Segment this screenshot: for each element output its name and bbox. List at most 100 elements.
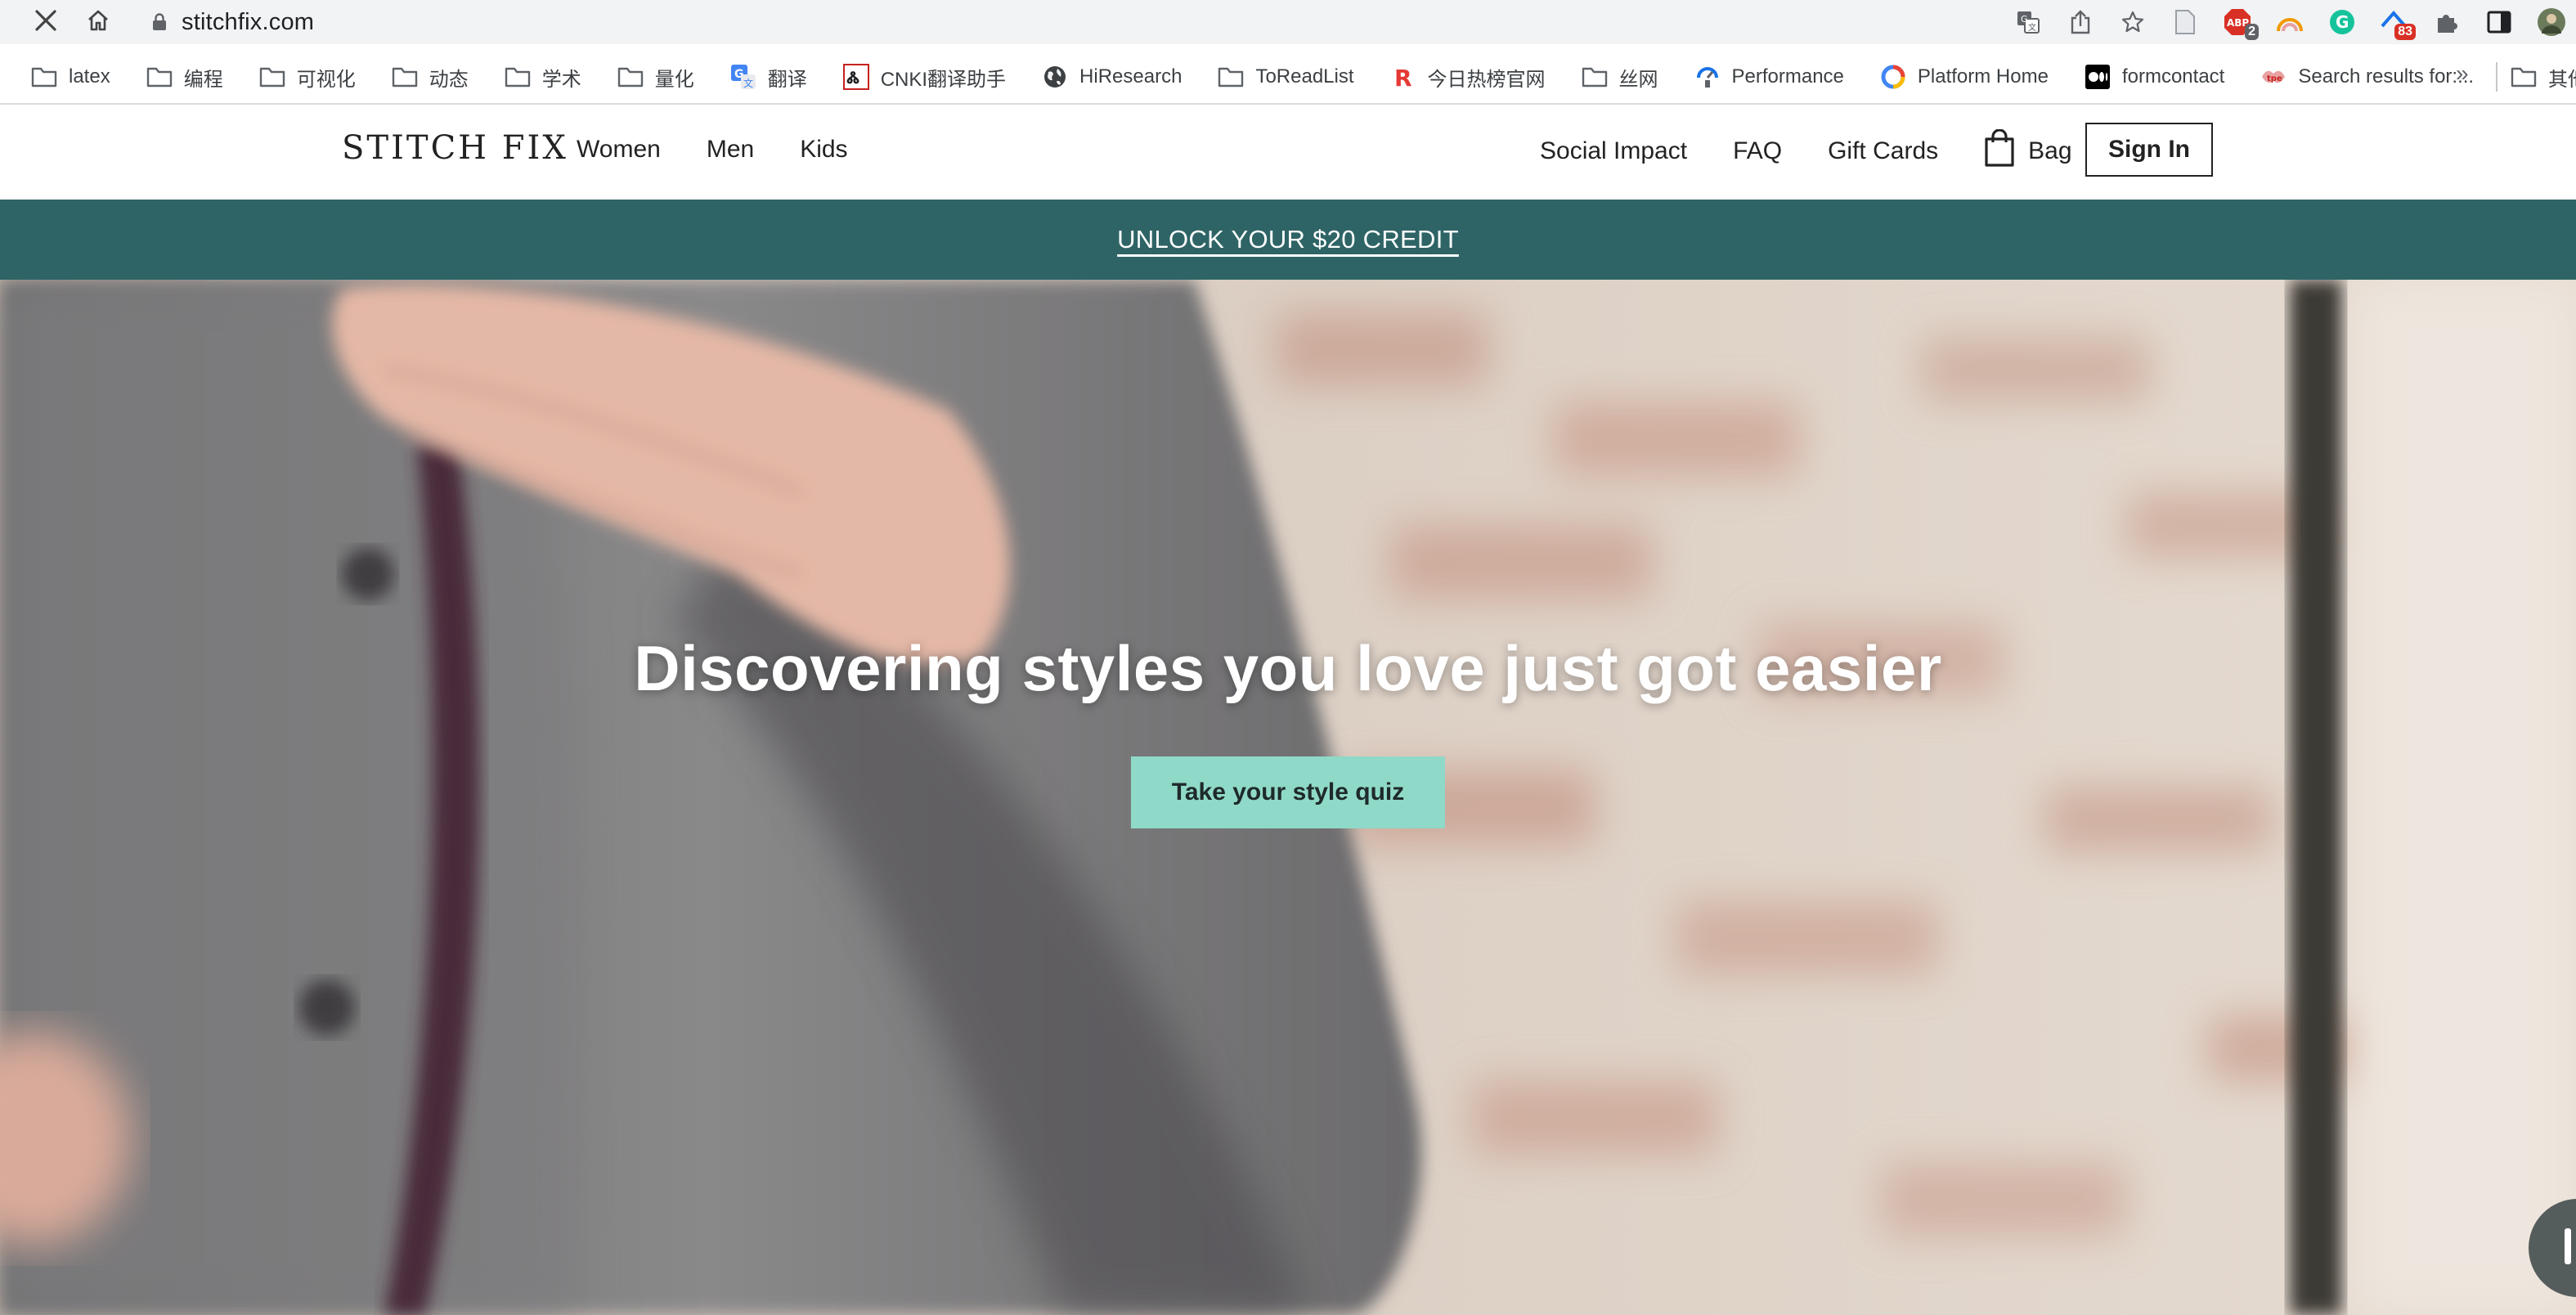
- svg-text:文: 文: [743, 77, 753, 89]
- bookmark-item[interactable]: tpe Search results for:...: [2252, 59, 2482, 95]
- primary-nav: Women Men Kids: [577, 136, 894, 164]
- bookmark-item[interactable]: 编程: [138, 59, 231, 95]
- translate-page-icon[interactable]: G文: [2012, 10, 2044, 34]
- folder-icon: [1218, 64, 1244, 90]
- bookmark-label: formcontact: [2121, 65, 2225, 88]
- promo-banner: UNLOCK YOUR $20 CREDIT: [0, 200, 2576, 280]
- nav-men[interactable]: Men: [707, 136, 754, 164]
- bookmark-star-icon[interactable]: [2116, 10, 2149, 34]
- bookmark-item[interactable]: Platform Home: [1872, 59, 2057, 95]
- bookmark-label: 编程: [183, 68, 223, 91]
- url-text: stitchfix.com: [182, 8, 315, 35]
- home-icon: [85, 7, 111, 38]
- bookmark-item[interactable]: HiResearch: [1034, 59, 1190, 95]
- share-icon[interactable]: [2064, 10, 2097, 34]
- svg-text:G: G: [2336, 12, 2349, 32]
- close-icon: [34, 8, 58, 37]
- bookmark-label: Performance: [1731, 65, 1844, 88]
- nav-social-impact[interactable]: Social Impact: [1540, 137, 1687, 165]
- globe-icon: [1042, 64, 1068, 90]
- bookmark-item[interactable]: 学术: [496, 59, 590, 95]
- svg-text:文: 文: [2028, 22, 2036, 33]
- folder-icon: [31, 64, 57, 90]
- svg-text:Ꮬ: Ꮬ: [846, 68, 859, 88]
- bookmark-item[interactable]: R 今日热榜官网: [1382, 59, 1554, 95]
- bookmark-item[interactable]: ToReadList: [1209, 59, 1362, 95]
- bookmark-item[interactable]: formcontact: [2076, 59, 2233, 95]
- extension-page-icon[interactable]: [2167, 4, 2203, 40]
- folder-icon: [259, 64, 285, 90]
- hero-content: Discovering styles you love just got eas…: [0, 631, 2576, 828]
- bookmark-label: CNKI翻译助手: [880, 68, 1007, 91]
- bookmarks-bar: latex 编程 可视化 动态 学术 量化 G文 翻译 Ꮬ CNKI翻译助手 H…: [0, 54, 2576, 100]
- home-button[interactable]: [80, 4, 116, 40]
- bookmark-label: 量化: [654, 68, 694, 91]
- folder-icon: [617, 64, 644, 90]
- cnki-icon: Ꮬ: [842, 64, 869, 90]
- stitch-fix-logo[interactable]: STITCH FIX: [342, 129, 568, 167]
- extensions-area: ABP 2 G 83: [2167, 0, 2576, 44]
- other-bookmarks-label: 其他: [2548, 68, 2576, 91]
- bookmarks-separator: [2496, 62, 2497, 92]
- nav-women[interactable]: Women: [577, 136, 661, 164]
- bookmark-label: 今日热榜官网: [1427, 68, 1546, 91]
- secondary-nav: Social Impact FAQ Gift Cards Bag: [1540, 129, 2107, 167]
- side-panel-icon[interactable]: [2481, 4, 2517, 40]
- bookmarks-overflow-button[interactable]: »: [2456, 61, 2469, 87]
- folder-icon: [392, 64, 418, 90]
- bookmark-label: Search results for:...: [2298, 65, 2475, 88]
- bookmark-item[interactable]: 丝网: [1573, 59, 1667, 95]
- bag-label: Bag: [2028, 137, 2072, 164]
- platform-icon: [1880, 64, 1906, 90]
- rainbow-extension-icon[interactable]: [2272, 4, 2308, 40]
- site-header: STITCH FIX Women Men Kids Social Impact …: [0, 105, 2576, 200]
- chat-handle-bar: [2565, 1228, 2571, 1264]
- nav-kids[interactable]: Kids: [800, 136, 847, 164]
- bookmark-label: latex: [69, 65, 110, 88]
- bookmark-item[interactable]: Ꮬ CNKI翻译助手: [835, 59, 1014, 95]
- shopping-bag-icon: [1984, 129, 2015, 167]
- stop-loading-button[interactable]: [28, 4, 64, 40]
- bookmark-item[interactable]: 可视化: [251, 59, 364, 95]
- search-results-icon: tpe: [2260, 64, 2287, 90]
- profile-avatar[interactable]: [2533, 4, 2569, 40]
- bag-button[interactable]: Bag: [1984, 129, 2072, 167]
- svg-text:R: R: [1394, 65, 1412, 89]
- bookmark-item[interactable]: Performance: [1686, 59, 1852, 95]
- bookmark-label: Platform Home: [1917, 65, 2049, 88]
- bookmark-label: 丝网: [1618, 68, 1658, 91]
- bookmark-label: 翻译: [767, 68, 807, 91]
- nav-faq[interactable]: FAQ: [1733, 137, 1782, 165]
- unlock-credit-link[interactable]: UNLOCK YOUR $20 CREDIT: [1117, 225, 1459, 254]
- lock-icon: [152, 13, 167, 31]
- hero-section: Discovering styles you love just got eas…: [0, 280, 2576, 1315]
- bookmark-item[interactable]: 动态: [384, 59, 477, 95]
- medium-icon: [2085, 64, 2111, 90]
- bookmark-item[interactable]: latex: [23, 59, 119, 95]
- bookmark-label: 学术: [541, 68, 581, 91]
- style-quiz-button[interactable]: Take your style quiz: [1131, 756, 1445, 828]
- bookmark-item[interactable]: 量化: [609, 59, 702, 95]
- grammarly-icon[interactable]: G: [2324, 4, 2360, 40]
- r-logo-icon: R: [1390, 64, 1416, 90]
- browser-toolbar: stitchfix.com G文 ABP 2 G 83: [0, 0, 2576, 44]
- other-bookmarks-folder[interactable]: 其他: [2511, 54, 2576, 100]
- folder-icon: [505, 64, 531, 90]
- svg-text:G: G: [2021, 14, 2028, 25]
- adblock-badge: 2: [2245, 24, 2259, 40]
- bookmark-item[interactable]: G文 翻译: [722, 59, 815, 95]
- nav-gift-cards[interactable]: Gift Cards: [1828, 137, 1938, 165]
- address-bar[interactable]: stitchfix.com G文: [131, 2, 2159, 42]
- bookmark-label: 可视化: [296, 68, 356, 91]
- mail-badge: 83: [2394, 24, 2416, 40]
- hero-headline: Discovering styles you love just got eas…: [634, 632, 1942, 704]
- mail-extension-icon[interactable]: 83: [2376, 4, 2416, 40]
- sign-in-button[interactable]: Sign In: [2085, 123, 2213, 177]
- extensions-puzzle-icon[interactable]: [2429, 4, 2465, 40]
- address-bar-actions: G文: [2012, 2, 2159, 42]
- folder-icon: [1582, 64, 1608, 90]
- performance-icon: [1694, 64, 1721, 90]
- bookmark-label: 动态: [429, 68, 469, 91]
- adblock-extension-icon[interactable]: ABP 2: [2219, 4, 2259, 40]
- translate-icon: G文: [730, 64, 756, 90]
